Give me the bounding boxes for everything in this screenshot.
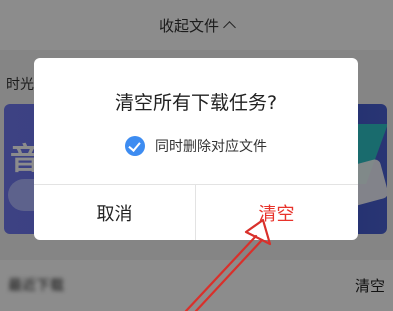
confirm-clear-button[interactable]: 清空 (196, 185, 357, 240)
cancel-button[interactable]: 取消 (34, 185, 195, 240)
checkbox-checked-icon[interactable] (125, 136, 145, 156)
delete-files-checkbox-row[interactable]: 同时删除对应文件 (34, 136, 358, 156)
app-screen: 收起文件 时光 音 最近下载 清空 清空所有下载任务? 同时删除对应文件 取消 … (0, 0, 393, 311)
clear-tasks-dialog: 清空所有下载任务? 同时删除对应文件 取消 清空 (34, 58, 358, 240)
delete-files-checkbox-label: 同时删除对应文件 (155, 139, 267, 155)
dialog-title: 清空所有下载任务? (114, 92, 278, 114)
